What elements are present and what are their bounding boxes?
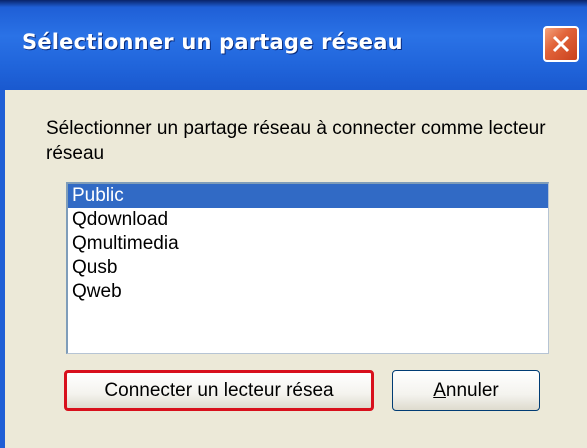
list-item-qusb[interactable]: Qusb xyxy=(68,256,548,280)
cancel-accelerator: A xyxy=(433,380,446,401)
list-item-qdownload[interactable]: Qdownload xyxy=(68,208,548,232)
window-frame-left xyxy=(0,90,5,448)
list-item-public[interactable]: Public xyxy=(68,184,548,208)
list-item-qweb[interactable]: Qweb xyxy=(68,280,548,304)
window-title: Sélectionner un partage réseau xyxy=(22,30,403,54)
share-listbox[interactable]: Public Qdownload Qmultimedia Qusb Qweb xyxy=(66,182,549,354)
close-button[interactable] xyxy=(543,26,579,62)
cancel-button[interactable]: Annuler xyxy=(392,370,540,411)
dialog-window: Sélectionner un partage réseau Sélection… xyxy=(0,0,587,448)
instruction-text: Sélectionner un partage réseau à connect… xyxy=(46,118,546,164)
list-item-qmultimedia[interactable]: Qmultimedia xyxy=(68,232,548,256)
close-icon xyxy=(552,35,570,53)
connect-drive-button[interactable]: Connecter un lecteur résea xyxy=(64,370,374,411)
cancel-label-rest: nnuler xyxy=(445,380,499,401)
title-bar[interactable]: Sélectionner un partage réseau xyxy=(0,0,587,90)
